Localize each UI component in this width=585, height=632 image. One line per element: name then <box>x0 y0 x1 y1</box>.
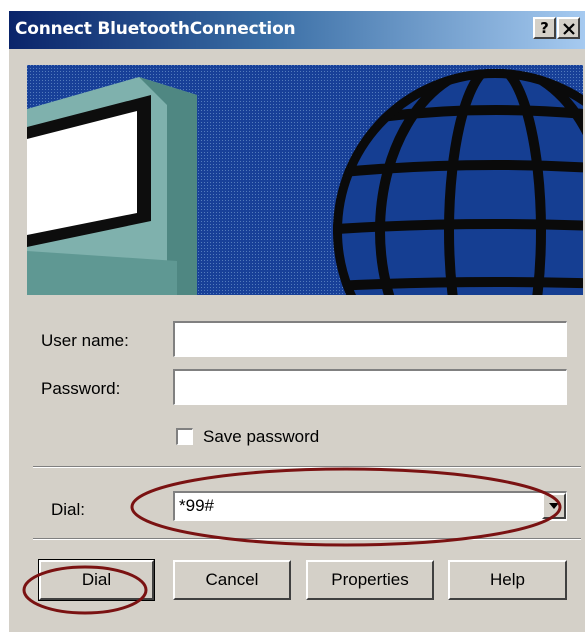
title-bar[interactable]: Connect BluetoothConnection ? <box>9 11 585 49</box>
save-password-checkbox[interactable] <box>176 428 193 445</box>
separator <box>33 538 581 540</box>
dial-number-combobox[interactable]: *99# <box>173 491 567 521</box>
connect-dialog: Connect BluetoothConnection ? User name:… <box>8 10 585 632</box>
separator <box>33 466 581 468</box>
chevron-down-icon <box>549 503 559 509</box>
username-field[interactable] <box>173 321 567 357</box>
save-password-label[interactable]: Save password <box>203 427 319 447</box>
password-label: Password: <box>41 379 121 398</box>
connection-banner <box>27 65 583 295</box>
dial-button[interactable]: Dial <box>38 559 155 601</box>
help-title-button[interactable]: ? <box>533 17 556 39</box>
username-label: User name: <box>41 331 129 350</box>
close-button[interactable] <box>557 17 580 39</box>
dial-label: Dial: <box>51 500 86 519</box>
cancel-button[interactable]: Cancel <box>173 560 291 600</box>
computer-monitor-icon <box>27 77 197 295</box>
window-title: Connect BluetoothConnection <box>15 19 296 39</box>
dial-dropdown-button[interactable] <box>542 493 566 519</box>
password-field[interactable] <box>173 369 567 405</box>
properties-button[interactable]: Properties <box>306 560 434 600</box>
help-button[interactable]: Help <box>448 560 567 600</box>
close-icon <box>562 23 575 35</box>
dial-number-value: *99# <box>179 496 214 515</box>
